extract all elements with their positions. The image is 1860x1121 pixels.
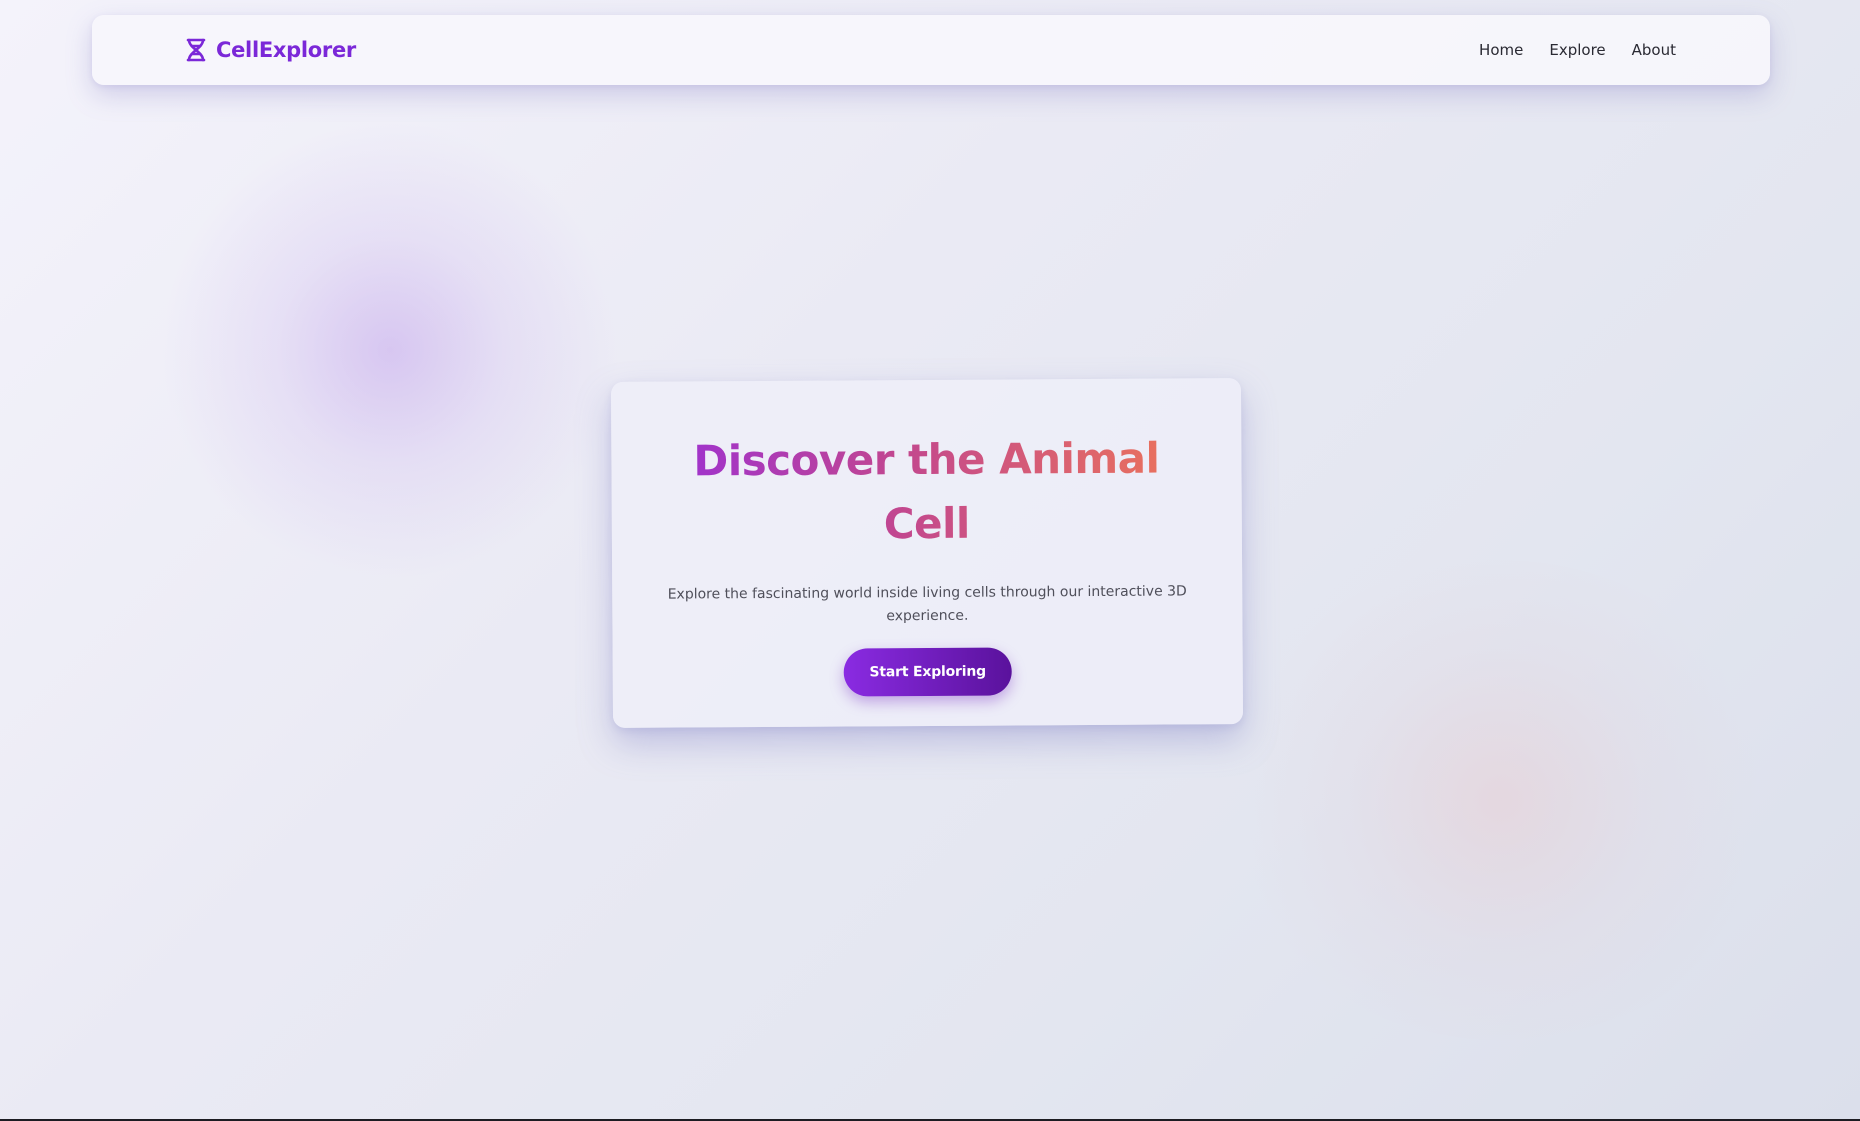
nav-link-explore[interactable]: Explore (1549, 41, 1605, 59)
main-nav: Home Explore About (1479, 15, 1676, 85)
top-navbar: CellExplorer Home Explore About (92, 15, 1770, 85)
hero-title: Discover the Animal Cell (651, 426, 1202, 557)
start-exploring-button[interactable]: Start Exploring (843, 647, 1013, 697)
brand-name: CellExplorer (216, 38, 356, 62)
background-glow-peach (1220, 560, 1780, 1040)
nav-link-home[interactable]: Home (1479, 41, 1523, 59)
nav-link-about[interactable]: About (1632, 41, 1676, 59)
hero-card: Discover the Animal Cell Explore the fas… (610, 378, 1244, 728)
hero-subtitle: Explore the fascinating world inside liv… (667, 583, 1187, 625)
brand-logo-link[interactable]: CellExplorer (184, 15, 356, 85)
dna-icon (184, 37, 208, 63)
background-glow-purple (160, 120, 620, 580)
